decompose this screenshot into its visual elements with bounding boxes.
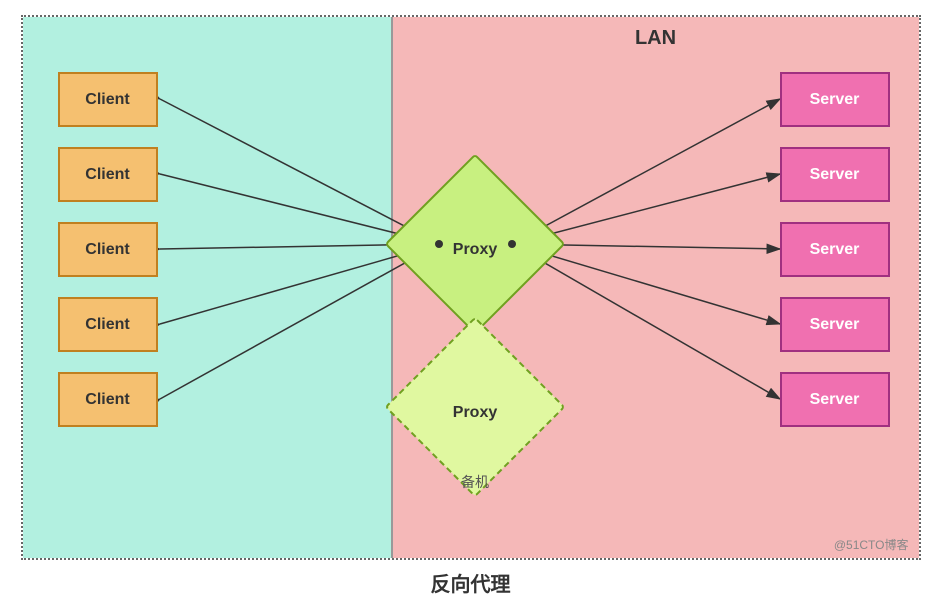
server-box-2: Server [780, 147, 890, 202]
lan-label: LAN [635, 27, 676, 50]
server-box-4: Server [780, 297, 890, 352]
footer-title: 反向代理 [431, 568, 511, 597]
client-box-1: Client [58, 72, 158, 127]
server-box-1: Server [780, 72, 890, 127]
watermark: @51CTO博客 [834, 536, 909, 553]
client-box-4: Client [58, 297, 158, 352]
client-box-5: Client [58, 372, 158, 427]
server-box-5: Server [780, 372, 890, 427]
client-box-2: Client [58, 147, 158, 202]
server-box-3: Server [780, 222, 890, 277]
diagram-container: LAN [21, 15, 921, 560]
client-box-3: Client [58, 222, 158, 277]
